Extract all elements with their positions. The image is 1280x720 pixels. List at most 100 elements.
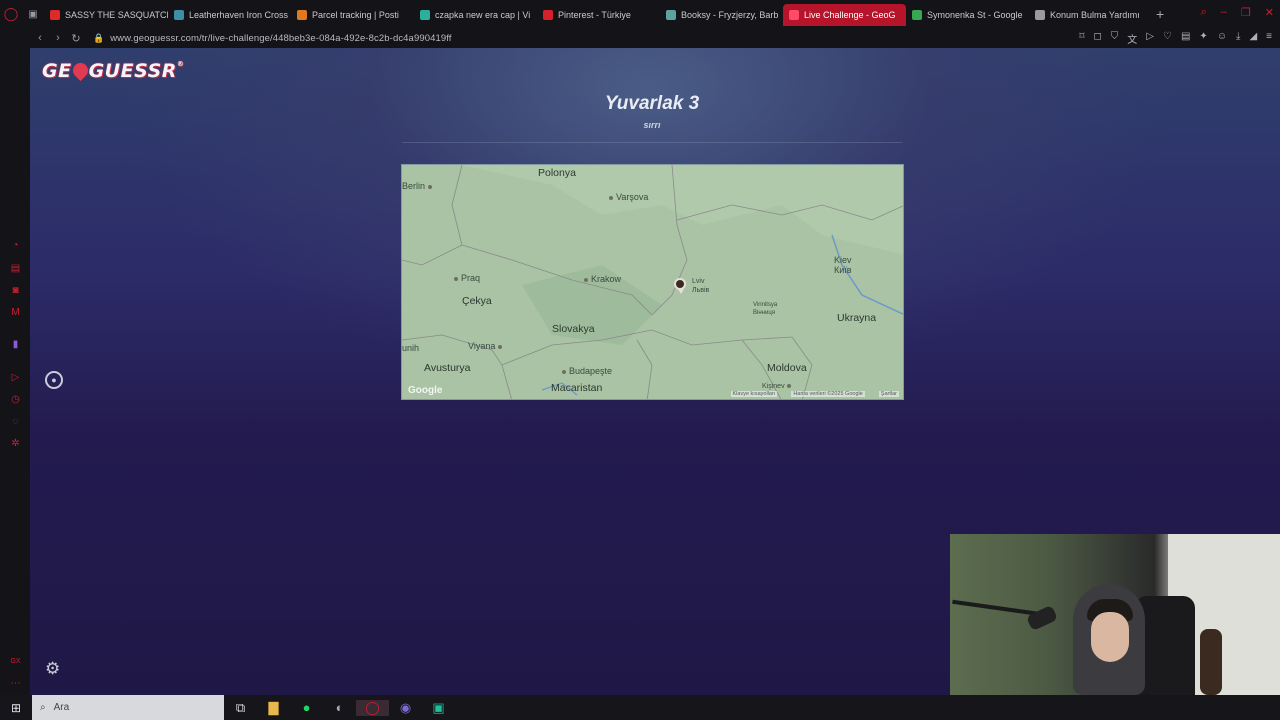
reload-icon[interactable]: ↻ [67,32,85,45]
browser-tab[interactable]: Booksy - Fryzjerzy, Barb [660,4,783,26]
tab-label: Parcel tracking | Posti [312,10,399,20]
keyboard-shortcuts-link[interactable]: Klavye kısayolları [730,391,778,397]
opera-gx-icon[interactable]: ◯ [356,699,389,716]
webcam-face [1091,612,1129,662]
label-budapeste-text: Budapeşte [569,366,613,376]
tab-favicon-icon [1035,10,1045,20]
bookmark-icon[interactable]: ⌑ [1079,31,1084,46]
label-unih: unih [402,343,420,353]
city-dot [584,277,588,282]
label-berlin-text: Berlin [402,181,426,191]
map-preview[interactable]: Polonya Berlin Varşova Praq Krakow Lviv … [401,164,904,400]
new-tab-icon[interactable]: + [1156,6,1164,22]
gear-icon: ⚙ [45,659,61,678]
ai-icon[interactable]: ◢ [1249,31,1257,46]
label-varsova-text: Varşova [616,192,649,202]
webcam-guitar [1200,629,1222,695]
tab-favicon-icon [543,10,553,20]
windows-start-icon[interactable]: ⊞ [0,701,32,715]
browser-tab[interactable]: Leatherhaven Iron Cross [168,4,291,26]
play-icon[interactable]: ▷ [1146,31,1154,46]
file-explorer-icon[interactable]: ▇ [257,700,290,716]
aria-icon[interactable]: ◔ [10,240,21,251]
label-praq-text: Praq [461,273,481,283]
webcam-microphone [1025,604,1059,632]
twitch-icon[interactable]: ▮ [10,339,21,350]
settings-button[interactable]: ⚙ [45,660,60,678]
logo-text-end: GUESSR [88,60,177,82]
label-krakow-text: Krakow [591,274,622,284]
tab-favicon-icon [912,10,922,20]
more-icon[interactable]: ⋯ [10,678,21,689]
tab-island-icon[interactable]: ▣ [22,0,44,28]
label-praq: Praq [454,273,480,283]
pin-icon [69,59,91,82]
window-controls: ⌕ – ❐ ✕ [1201,6,1274,19]
terms-link[interactable]: Şartlar [878,391,899,397]
browser-tab[interactable]: Konum Bulma Yardımı [1029,4,1152,26]
translate-icon[interactable]: 文 [1127,31,1137,46]
label-kisinev-text: Kişinev [762,383,785,390]
chat-icon[interactable]: ◌ [10,416,21,427]
menu-icon[interactable]: ≡ [1266,31,1272,46]
pip-icon[interactable]: ▤ [1181,31,1190,46]
forward-icon[interactable]: › [49,32,67,44]
city-dot [786,384,791,389]
instagram-icon[interactable]: ◙ [10,285,21,296]
minimize-icon[interactable]: – [1221,6,1227,19]
chat-toggle-button[interactable]: ● [45,371,63,389]
tab-label: Symonenka St - Google [927,10,1023,20]
webcam-mic-arm [952,599,1042,617]
registered-icon: ® [176,60,185,68]
marker-tip [678,289,684,294]
player-location-marker[interactable] [674,278,688,296]
title-divider [402,142,902,143]
address-bar: ‹ › ↻ 🔒 www.geoguessr.com/tr/live-challe… [0,28,1280,48]
gx-icon[interactable]: GX [10,656,21,667]
shield-icon[interactable]: ⛉ [1111,31,1119,46]
screenshot-icon[interactable]: ◻ [1093,31,1101,46]
url-field[interactable]: www.geoguessr.com/tr/live-challenge/448b… [110,33,451,44]
label-kisinev: Kişinev [762,383,794,390]
browser-tab[interactable]: SASSY THE SASQUATCH [44,4,168,26]
lock-icon: 🔒 [93,32,105,43]
shopping-icon[interactable]: ▤ [10,263,21,274]
history-icon[interactable]: ◷ [10,394,21,405]
taskbar-search[interactable]: ⌕ Ara [32,695,224,720]
label-polonya: Polonya [538,167,576,179]
close-icon[interactable]: ✕ [1265,6,1274,19]
browser-toolbar: ⌑ ◻ ⛉ 文 ▷ ♡ ▤ ✦ ☺ ⤓ ◢ ≡ [1079,31,1272,46]
geoguessr-logo[interactable]: GE GUESSR® [42,59,185,82]
tab-favicon-icon [420,10,430,20]
browser-tab[interactable]: Symonenka St - Google [906,4,1029,26]
heart-icon[interactable]: ♡ [1163,31,1172,46]
steam-icon[interactable]: ◐ [323,700,356,715]
city-dot [427,184,432,189]
search-tabs-icon[interactable]: ⌕ [1201,6,1207,19]
player-icon[interactable]: ▷ [10,372,21,383]
browser-tab[interactable]: Live Challenge - GeoG [783,4,906,26]
profile-icon[interactable]: ☺ [1217,31,1227,46]
city-dot [609,195,613,200]
opera-menu-icon[interactable]: ◯ [0,0,22,28]
spotify-icon[interactable]: ● [290,700,323,715]
label-slovakya: Slovakya [552,323,595,335]
back-icon[interactable]: ‹ [31,32,49,44]
messenger-icon[interactable]: M [10,307,21,318]
browser-tab[interactable]: Parcel tracking | Posti [291,4,414,26]
webcam-overlay [950,534,1280,695]
label-kiev: Kiev Київ [834,255,852,275]
label-ukrayna: Ukrayna [837,312,877,324]
download-icon[interactable]: ⤓ [1236,31,1240,46]
browser-tab[interactable]: Pinterest - Türkiye [537,4,660,26]
windows-taskbar: ⊞ ⌕ Ara ⧉ ▇ ● ◐ ◯ ◉ ▣ [0,695,1280,720]
settings-sidebar-icon[interactable]: ✲ [10,438,21,449]
maximize-icon[interactable]: ❐ [1241,6,1251,19]
browser-tab[interactable]: czapka new era cap | Vi [414,4,537,26]
app-icon[interactable]: ▣ [422,700,455,716]
task-view-icon[interactable]: ⧉ [224,700,257,716]
tab-favicon-icon [297,10,307,20]
discord-icon[interactable]: ◉ [389,700,422,716]
city-dot [562,369,566,374]
extensions-icon[interactable]: ✦ [1199,31,1207,46]
